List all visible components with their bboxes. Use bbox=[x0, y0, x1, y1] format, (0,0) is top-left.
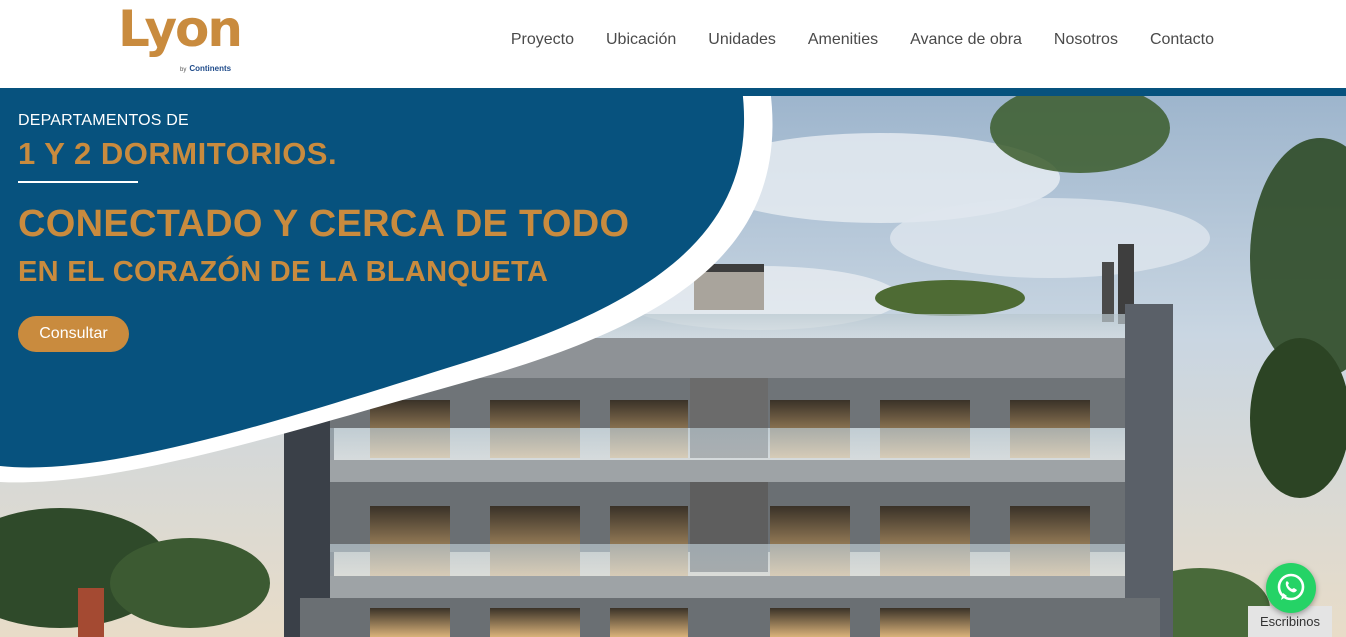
page: Lyon by Continents Proyecto Ubicación Uni… bbox=[0, 0, 1346, 637]
hero-divider bbox=[18, 181, 138, 183]
hero-subtitle: EN EL CORAZÓN DE LA BLANQUETA bbox=[18, 256, 549, 288]
nav-item-contacto[interactable]: Contacto bbox=[1150, 31, 1214, 49]
consultar-button[interactable]: Consultar bbox=[18, 316, 129, 352]
site-header: Lyon by Continents Proyecto Ubicación Uni… bbox=[0, 0, 1346, 88]
whatsapp-button[interactable] bbox=[1266, 563, 1316, 613]
hero-top-bar bbox=[0, 88, 1346, 96]
hero-headline: 1 Y 2 DORMITORIOS. bbox=[18, 136, 338, 171]
hero-copy: DEPARTAMENTOS DE 1 Y 2 DORMITORIOS. CONE… bbox=[18, 112, 629, 289]
main-nav: Proyecto Ubicación Unidades Amenities Av… bbox=[511, 31, 1214, 49]
nav-item-avance-de-obra[interactable]: Avance de obra bbox=[910, 31, 1022, 49]
nav-item-proyecto[interactable]: Proyecto bbox=[511, 31, 574, 49]
hero-kicker: DEPARTAMENTOS DE bbox=[18, 112, 189, 129]
hero-title: CONECTADO Y CERCA DE TODO bbox=[18, 203, 630, 245]
logo-company: Continents bbox=[189, 64, 232, 73]
lyon-logo[interactable]: Lyon by Continents bbox=[118, 4, 258, 76]
whatsapp-icon bbox=[1277, 573, 1305, 601]
nav-item-nosotros[interactable]: Nosotros bbox=[1054, 31, 1118, 49]
nav-item-amenities[interactable]: Amenities bbox=[808, 31, 878, 49]
logo-wordmark: Lyon bbox=[118, 0, 243, 58]
logo-tagline: by Continents bbox=[180, 64, 232, 73]
nav-item-unidades[interactable]: Unidades bbox=[708, 31, 776, 49]
nav-item-ubicacion[interactable]: Ubicación bbox=[606, 31, 676, 49]
